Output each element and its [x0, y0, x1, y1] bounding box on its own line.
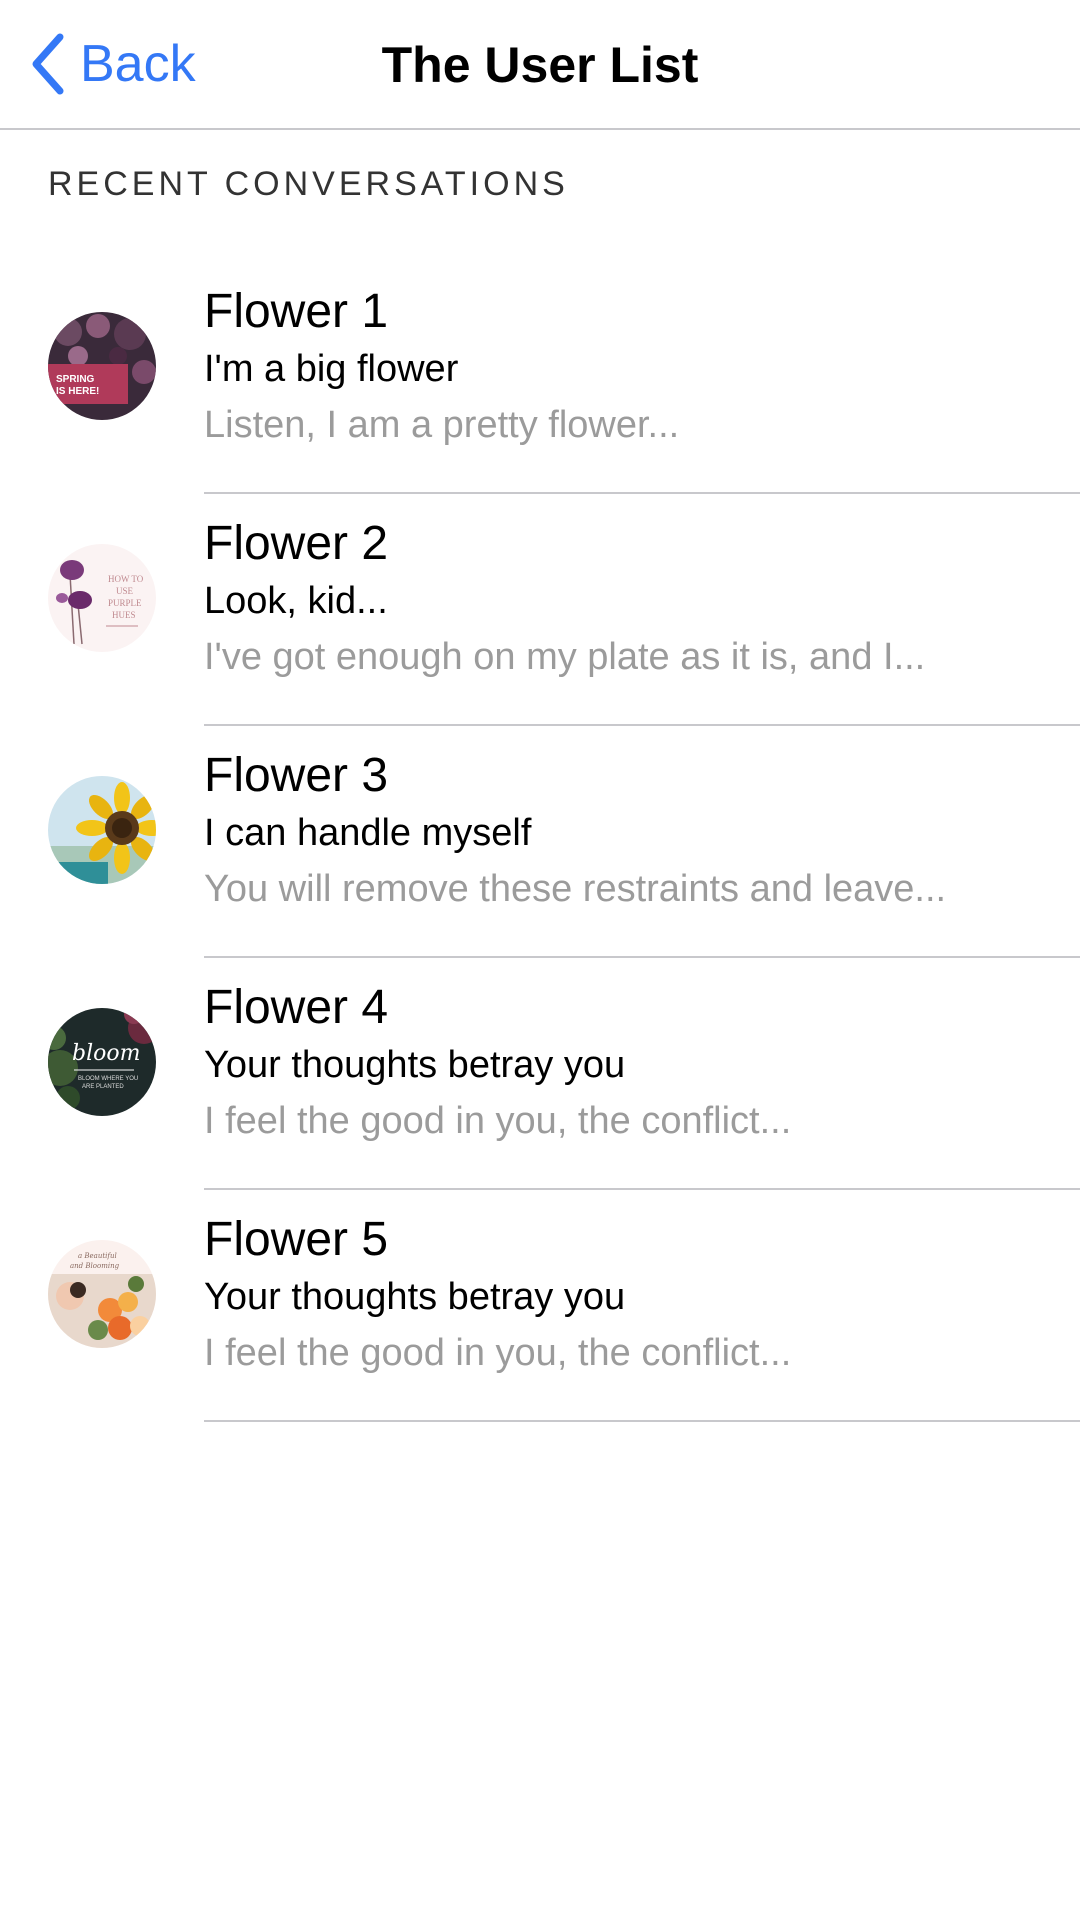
section-header: RECENT CONVERSATIONS [48, 165, 569, 203]
navigation-bar: Back The User List [0, 0, 1080, 130]
svg-text:USE: USE [116, 586, 134, 596]
conversation-list: SPRING IS HERE! Flower 1 I'm a big flowe… [0, 262, 1080, 1422]
conversation-row[interactable]: bloom BLOOM WHERE YOU ARE PLANTED Flower… [0, 958, 1080, 1190]
svg-text:ARE PLANTED: ARE PLANTED [82, 1084, 124, 1090]
svg-text:SPRING: SPRING [56, 374, 95, 385]
svg-text:BLOOM WHERE YOU: BLOOM WHERE YOU [78, 1076, 138, 1082]
svg-text:IS HERE!: IS HERE! [56, 386, 99, 397]
svg-text:and Blooming: and Blooming [70, 1262, 120, 1270]
conversation-preview: I've got enough on my plate as it is, an… [204, 636, 926, 678]
conversation-subtitle: Your thoughts betray you [204, 1276, 626, 1318]
conversation-preview: I feel the good in you, the conflict... [204, 1332, 792, 1374]
conversation-name: Flower 5 [204, 1213, 389, 1266]
svg-text:PURPLE: PURPLE [108, 598, 142, 608]
conversation-preview: Listen, I am a pretty flower... [204, 404, 680, 446]
avatar: SPRING IS HERE! [48, 312, 156, 420]
conversation-subtitle: I'm a big flower [204, 348, 459, 390]
conversation-row[interactable]: Flower 3 I can handle myself You will re… [0, 726, 1080, 958]
page-title: The User List [381, 37, 699, 93]
conversation-preview: You will remove these restraints and lea… [204, 868, 947, 910]
svg-text:bloom: bloom [72, 1041, 140, 1066]
conversation-subtitle: Your thoughts betray you [204, 1044, 626, 1086]
conversation-preview: I feel the good in you, the conflict... [204, 1100, 792, 1142]
conversation-name: Flower 2 [204, 517, 389, 570]
conversation-row[interactable]: HOW TO USE PURPLE HUES Flower 2 Look, ki… [0, 494, 1080, 726]
avatar: bloom BLOOM WHERE YOU ARE PLANTED [48, 1008, 156, 1116]
conversation-name: Flower 3 [204, 749, 389, 802]
conversation-name: Flower 1 [204, 285, 389, 338]
avatar [48, 776, 156, 884]
conversation-row[interactable]: a Beautiful and Blooming Flower 5 Your t… [0, 1190, 1080, 1422]
svg-text:HUES: HUES [112, 610, 136, 620]
conversation-row[interactable]: SPRING IS HERE! Flower 1 I'm a big flowe… [0, 262, 1080, 494]
conversation-name: Flower 4 [204, 981, 389, 1034]
conversation-subtitle: Look, kid... [204, 580, 388, 622]
conversation-subtitle: I can handle myself [204, 812, 532, 854]
avatar: a Beautiful and Blooming [48, 1240, 156, 1348]
svg-text:HOW TO: HOW TO [108, 574, 144, 584]
avatar: HOW TO USE PURPLE HUES [48, 544, 156, 652]
row-divider [204, 1420, 1080, 1422]
svg-text:a Beautiful: a Beautiful [78, 1252, 117, 1260]
